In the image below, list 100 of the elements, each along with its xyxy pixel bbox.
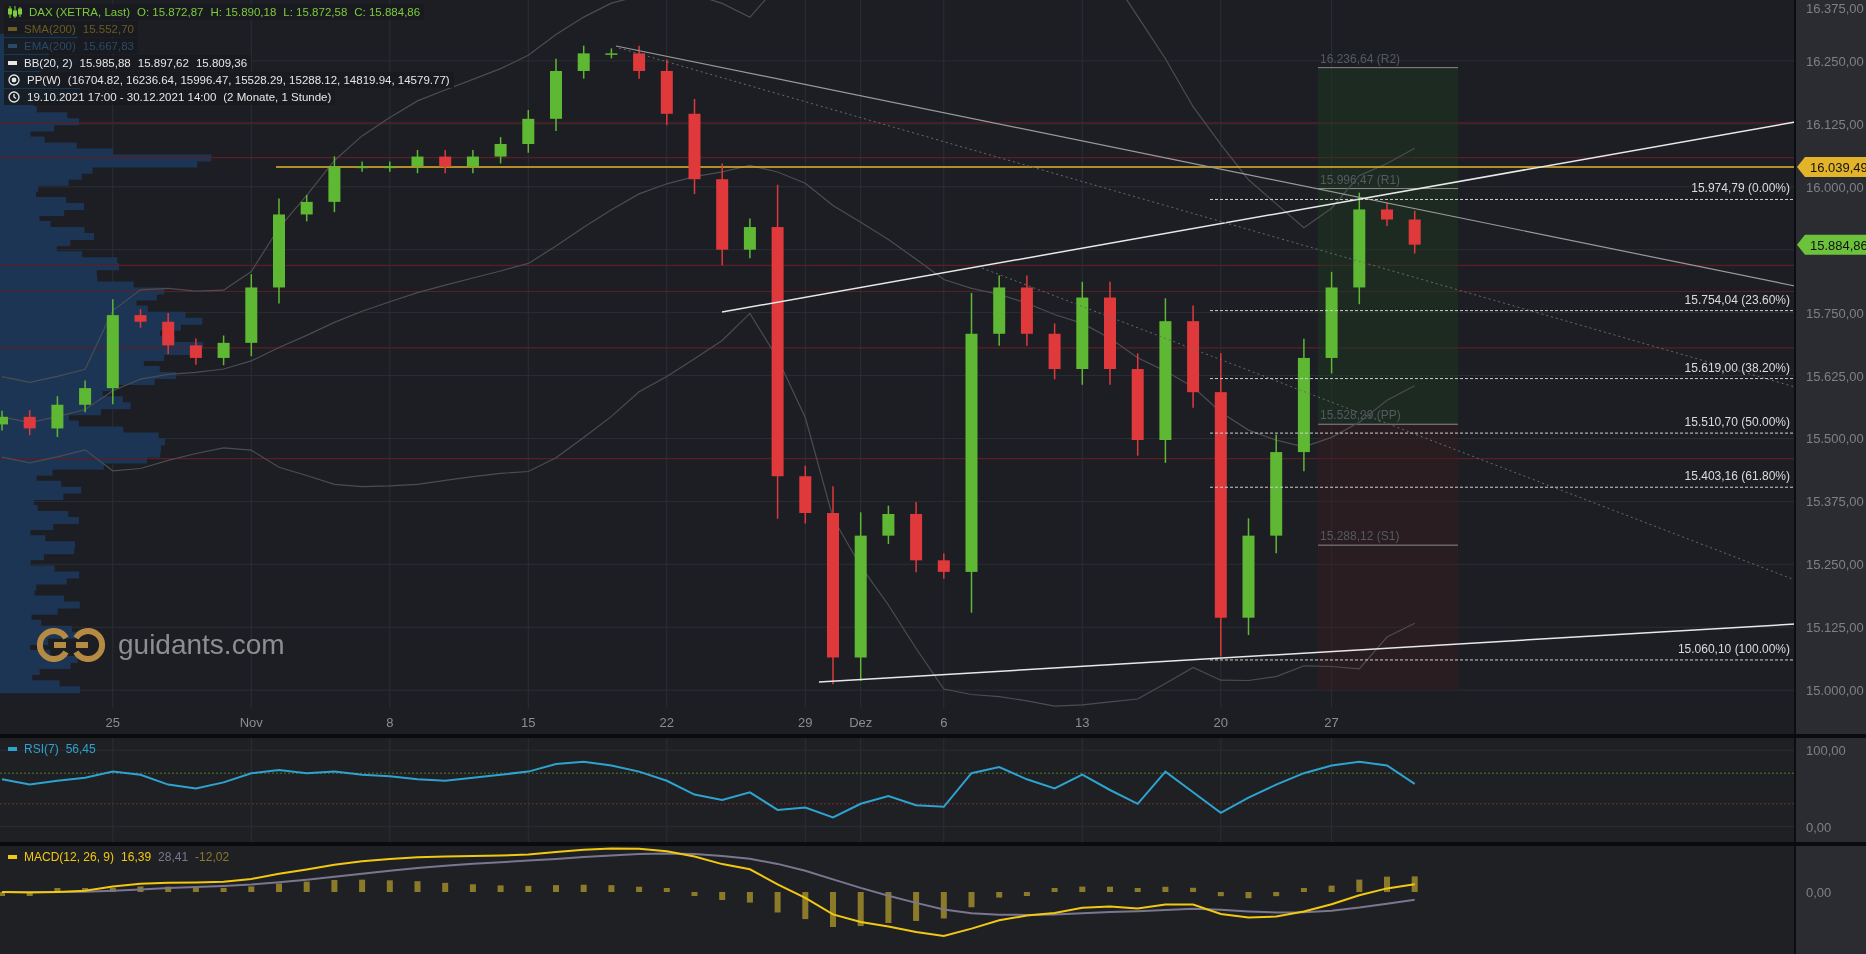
histogram-bar xyxy=(469,884,476,892)
candlestick xyxy=(1408,209,1421,255)
date-axis-label: Dez xyxy=(849,715,873,730)
fibonacci-level-label: 15.754,04 (23.60%) xyxy=(1684,292,1790,307)
legend-label: EMA(200) xyxy=(24,40,76,52)
date-axis-label: 15 xyxy=(521,715,536,730)
candlestick xyxy=(189,337,202,366)
candlestick xyxy=(79,379,92,414)
candlestick xyxy=(577,44,590,80)
candlestick xyxy=(1381,202,1393,227)
candlestick-icon xyxy=(8,6,22,18)
histogram-bar xyxy=(1356,879,1363,892)
histogram-bar xyxy=(940,892,947,919)
histogram-bar xyxy=(663,888,670,892)
indicator-value: 28,41 xyxy=(158,850,189,864)
axis-label: 100,00 xyxy=(1806,743,1846,759)
legend-value: 15.667,83 xyxy=(82,40,134,52)
histogram-bar xyxy=(857,892,864,927)
logo-text: guidants.com xyxy=(118,629,285,661)
histogram-bar xyxy=(553,885,559,892)
fibonacci-level-label: 15.974,79 (0.00%) xyxy=(1691,181,1790,196)
candlestick xyxy=(300,194,313,223)
price-axis-label: 16.000,00 xyxy=(1806,179,1864,195)
legend-value: (2 Monate, 1 Stunde) xyxy=(223,91,332,103)
candlestick xyxy=(23,409,36,436)
histogram-bar xyxy=(830,892,836,927)
indicator-label: MACD(12, 26, 9) xyxy=(24,850,115,864)
legend-value: H: 15.890,18 xyxy=(210,6,277,18)
histogram-bar xyxy=(442,882,449,892)
price-axis-label: 16.125,00 xyxy=(1806,116,1864,132)
histogram-bar xyxy=(192,887,199,892)
date-axis-label: Nov xyxy=(239,715,263,730)
candlestick xyxy=(51,395,64,438)
candlestick xyxy=(328,155,341,213)
legend-value: O: 15.872,87 xyxy=(136,6,204,18)
candlestick xyxy=(937,552,950,580)
legend-value: (16704.82, 16236.64, 15996.47, 15528.29, 15288.12, 14819.94, 14579.77) xyxy=(67,74,450,86)
axis-label: 0,00 xyxy=(1806,885,1832,900)
histogram-bar xyxy=(1023,892,1030,896)
line-marker-icon xyxy=(8,855,17,859)
line-marker-icon xyxy=(8,44,17,48)
histogram-bar xyxy=(802,892,809,920)
histogram-bar xyxy=(386,880,393,892)
histogram-bar xyxy=(359,879,366,892)
histogram-bar xyxy=(691,892,698,896)
histogram-bar xyxy=(913,892,920,921)
fibonacci-level-label: 15.403,16 (61.80%) xyxy=(1684,469,1790,484)
candlestick xyxy=(494,136,507,165)
clock-icon xyxy=(8,91,20,103)
candlestick xyxy=(383,160,396,173)
fibonacci-level-label: 15.510,70 (50.00%) xyxy=(1684,415,1790,430)
candlestick xyxy=(522,109,535,154)
date-axis-label: 20 xyxy=(1213,715,1229,730)
histogram-bar xyxy=(885,892,892,923)
indicator-value: 16,39 xyxy=(121,850,152,864)
histogram-bar xyxy=(580,884,587,892)
price-axis-label: 16.375,00 xyxy=(1806,1,1864,16)
histogram-bar xyxy=(248,886,255,892)
histogram-bar xyxy=(109,887,116,892)
pivot-level-label: 15.288,12 (S1) xyxy=(1320,529,1400,544)
pivot-level-label: 15.996,47 (R1) xyxy=(1320,172,1401,187)
fibonacci-level-label: 15.619,00 (38.20%) xyxy=(1684,360,1790,375)
price-axis-label: 15.250,00 xyxy=(1806,557,1864,573)
candlestick xyxy=(799,464,812,525)
histogram-bar xyxy=(1328,885,1335,892)
candlestick xyxy=(411,149,424,174)
histogram-bar xyxy=(1107,886,1113,892)
histogram-bar xyxy=(525,885,532,892)
histogram-bar xyxy=(608,885,615,892)
price-axis-label: 15.000,00 xyxy=(1806,683,1864,699)
histogram-bar xyxy=(774,892,781,913)
candlestick xyxy=(134,308,147,329)
histogram-bar xyxy=(303,881,310,892)
date-axis-label: 8 xyxy=(386,715,394,730)
line-marker-icon xyxy=(8,747,17,751)
histogram-bar xyxy=(719,892,726,900)
candlestick xyxy=(466,149,479,174)
histogram-bar xyxy=(1273,892,1280,897)
histogram-bar xyxy=(1134,888,1141,892)
candlestick xyxy=(660,58,673,126)
candlestick xyxy=(633,44,646,80)
histogram-bar xyxy=(636,886,643,892)
histogram-bar xyxy=(82,888,89,892)
histogram-bar xyxy=(54,888,61,892)
histogram-bar xyxy=(497,885,504,892)
candlestick xyxy=(882,504,895,545)
price-axis-label: 16.250,00 xyxy=(1806,53,1864,69)
indicator-value: 56,45 xyxy=(65,742,96,756)
histogram-bar xyxy=(0,892,5,896)
histogram-bar xyxy=(276,883,282,892)
histogram-bar xyxy=(746,892,753,903)
legend-label: SMA(200) xyxy=(24,23,76,35)
date-axis-label: 13 xyxy=(1075,715,1090,730)
price-axis-label: 15.500,00 xyxy=(1806,431,1864,447)
legend-value: 15.985,88 xyxy=(79,57,131,69)
candlestick xyxy=(743,217,756,259)
histogram-bar xyxy=(26,892,33,896)
histogram-bar xyxy=(1245,892,1252,899)
histogram-bar xyxy=(1190,887,1197,892)
histogram-bar xyxy=(331,879,338,892)
